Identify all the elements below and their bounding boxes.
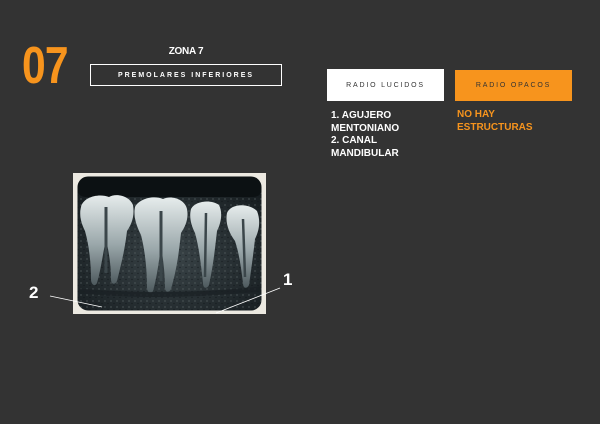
callout-line-1 <box>215 287 281 314</box>
callout-lines <box>49 287 281 314</box>
callout-label-1: 1 <box>283 270 293 289</box>
callout-line-2 <box>49 295 103 308</box>
callout-label-2: 2 <box>29 283 39 302</box>
